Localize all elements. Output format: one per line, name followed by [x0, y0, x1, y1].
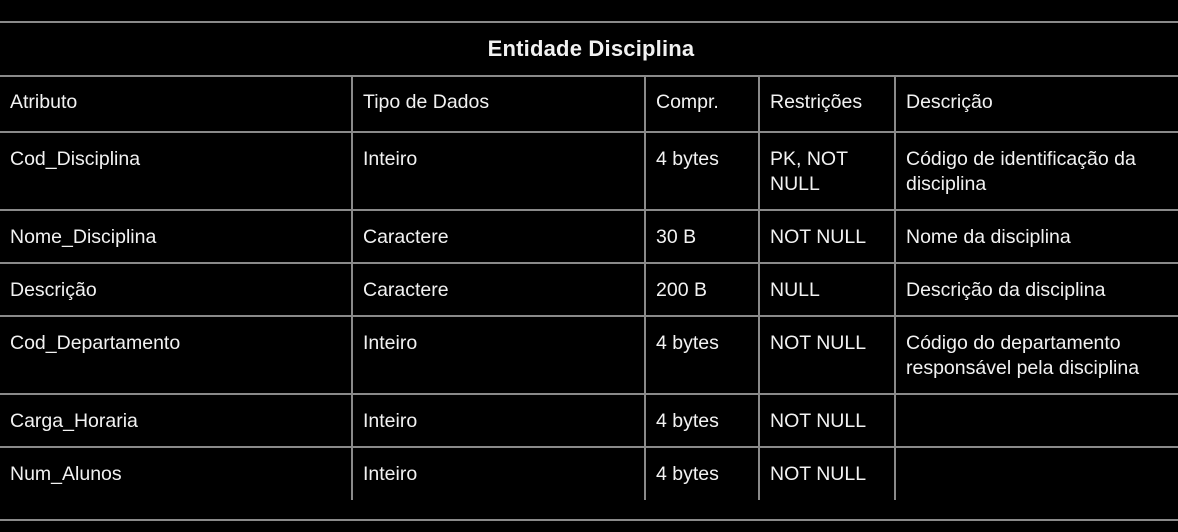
table-header-row: Atributo Tipo de Dados Compr. Restrições… [0, 76, 1178, 133]
cell-atributo: Cod_Disciplina [0, 132, 353, 211]
cell-compr: 4 bytes [644, 316, 760, 395]
cell-restricoes: NOT NULL [758, 210, 896, 264]
cell-restricoes: NOT NULL [758, 316, 896, 395]
cell-restricoes: NOT NULL [758, 394, 896, 448]
cell-descricao: Descrição da disciplina [894, 263, 1178, 317]
table-title-row: Entidade Disciplina [0, 23, 1178, 77]
cell-compr: 4 bytes [644, 132, 760, 211]
cell-descricao [894, 394, 1178, 448]
cell-tipo: Inteiro [351, 447, 646, 500]
cell-compr: 4 bytes [644, 394, 760, 448]
entity-attributes-table: Atributo Tipo de Dados Compr. Restrições… [0, 76, 1178, 500]
cell-compr: 200 B [644, 263, 760, 317]
cell-tipo: Inteiro [351, 316, 646, 395]
table-row: Descrição Caractere 200 B NULL Descrição… [0, 263, 1178, 317]
cell-restricoes: PK, NOT NULL [758, 132, 896, 211]
cell-atributo: Cod_Departamento [0, 316, 353, 395]
cell-tipo: Inteiro [351, 394, 646, 448]
cell-atributo: Descrição [0, 263, 353, 317]
column-header-compr: Compr. [644, 76, 760, 133]
cell-tipo: Inteiro [351, 132, 646, 211]
cell-compr: 4 bytes [644, 447, 760, 500]
cell-atributo: Nome_Disciplina [0, 210, 353, 264]
cell-descricao: Nome da disciplina [894, 210, 1178, 264]
cell-descricao: Código do departamento responsável pela … [894, 316, 1178, 395]
column-header-atributo: Atributo [0, 76, 353, 133]
column-header-restricoes: Restrições [758, 76, 896, 133]
cell-atributo: Num_Alunos [0, 447, 353, 500]
table-title: Entidade Disciplina [487, 36, 695, 61]
entity-table-frame: Entidade Disciplina Atributo Tipo de Dad… [0, 21, 1178, 521]
cell-atributo: Carga_Horaria [0, 394, 353, 448]
cell-tipo: Caractere [351, 263, 646, 317]
cell-descricao [894, 447, 1178, 500]
cell-descricao: Código de identificação da disciplina [894, 132, 1178, 211]
table-row: Nome_Disciplina Caractere 30 B NOT NULL … [0, 210, 1178, 264]
cell-compr: 30 B [644, 210, 760, 264]
column-header-descricao: Descrição [894, 76, 1178, 133]
cell-restricoes: NULL [758, 263, 896, 317]
table-row: Cod_Disciplina Inteiro 4 bytes PK, NOT N… [0, 132, 1178, 211]
cell-restricoes: NOT NULL [758, 447, 896, 500]
column-header-tipo-de-dados: Tipo de Dados [351, 76, 646, 133]
table-row: Carga_Horaria Inteiro 4 bytes NOT NULL [0, 394, 1178, 448]
table-row: Num_Alunos Inteiro 4 bytes NOT NULL [0, 447, 1178, 500]
table-row: Cod_Departamento Inteiro 4 bytes NOT NUL… [0, 316, 1178, 395]
cell-tipo: Caractere [351, 210, 646, 264]
